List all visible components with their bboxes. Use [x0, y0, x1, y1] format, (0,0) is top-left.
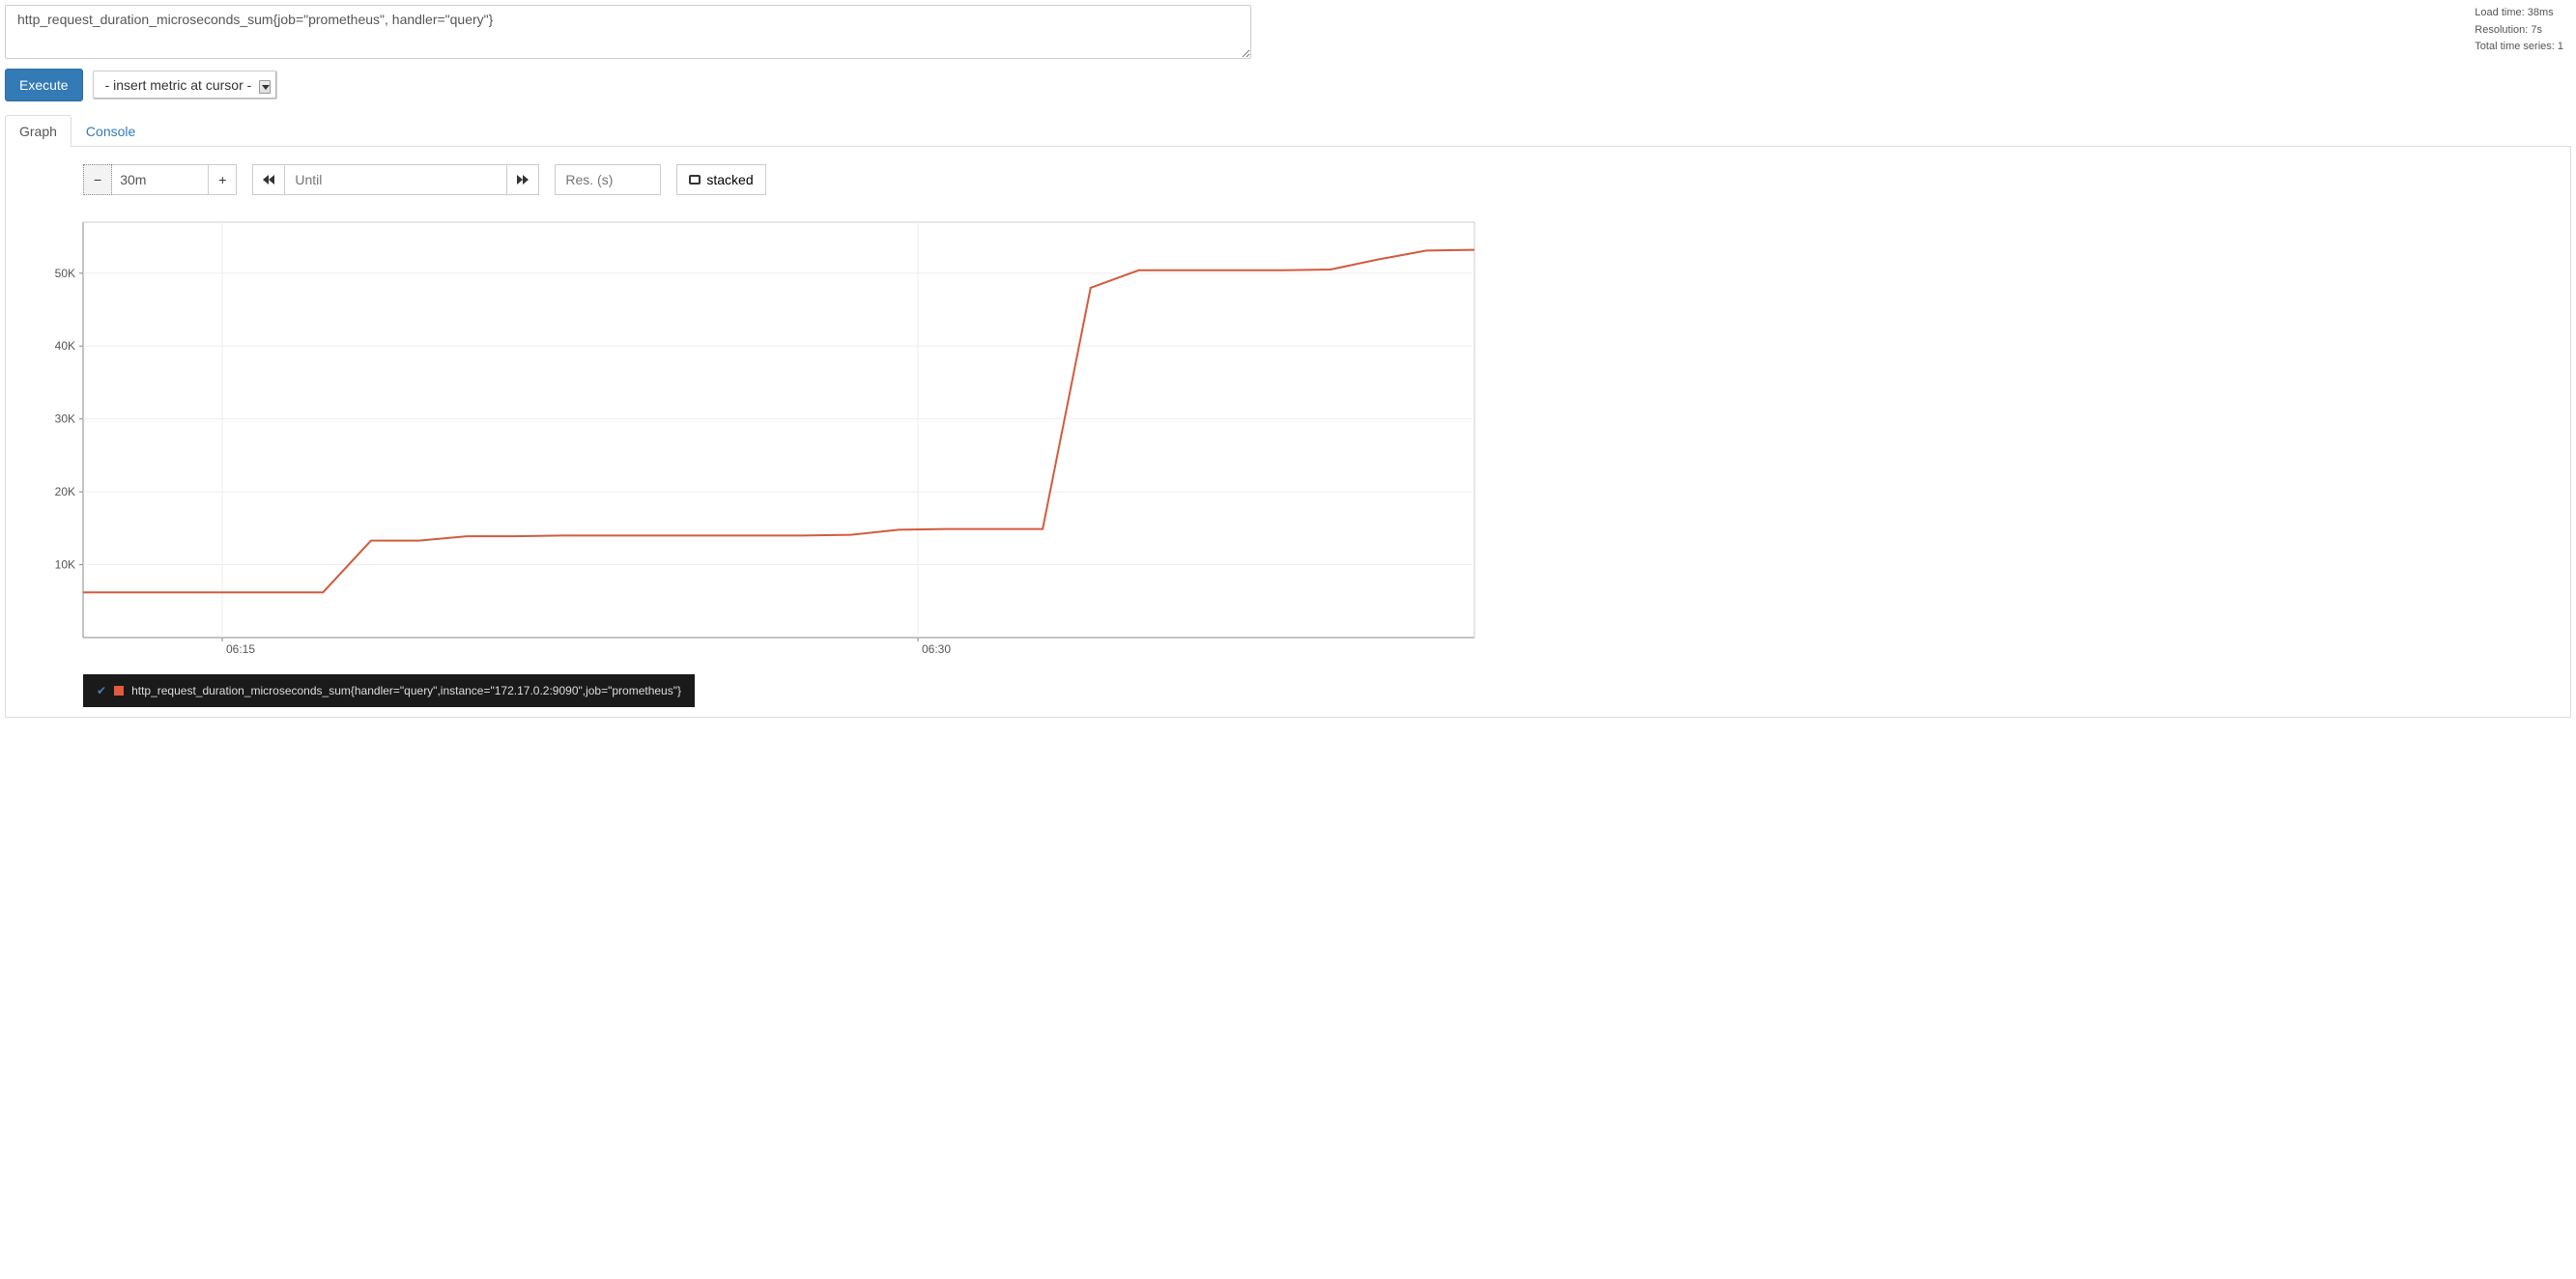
execute-button[interactable]: Execute — [5, 69, 83, 101]
line-chart: 10K 20K 30K 40K 50K 06:15 06:30 — [15, 213, 1484, 667]
svg-text:30K: 30K — [55, 412, 75, 426]
until-input[interactable] — [285, 164, 507, 195]
time-back-button[interactable] — [252, 164, 285, 195]
range-decrease-button[interactable]: − — [83, 164, 112, 195]
stacked-icon — [689, 175, 701, 185]
fast-forward-icon — [517, 175, 529, 185]
chart-area: 10K 20K 30K 40K 50K 06:15 06:30 — [15, 213, 2561, 667]
legend-series-label: http_request_duration_microseconds_sum{h… — [131, 684, 681, 697]
svg-text:40K: 40K — [55, 339, 75, 353]
svg-text:10K: 10K — [55, 558, 75, 572]
stat-load-time: Load time: 38ms — [2475, 5, 2563, 22]
stat-resolution: Resolution: 7s — [2475, 22, 2563, 40]
svg-text:50K: 50K — [55, 267, 75, 280]
time-navigator — [252, 164, 539, 195]
tab-graph[interactable]: Graph — [5, 115, 72, 147]
range-input[interactable] — [112, 164, 209, 195]
chart-legend[interactable]: ✔ http_request_duration_microseconds_sum… — [83, 674, 695, 707]
svg-text:06:15: 06:15 — [226, 642, 255, 656]
rewind-icon — [263, 175, 274, 185]
tab-console[interactable]: Console — [72, 115, 150, 147]
metric-select[interactable]: - insert metric at cursor - — [93, 71, 278, 99]
stat-total-series: Total time series: 1 — [2475, 39, 2563, 56]
time-forward-button[interactable] — [506, 164, 539, 195]
metric-select-label: - insert metric at cursor - — [105, 77, 252, 93]
time-range-stepper: − + — [83, 164, 237, 195]
svg-text:20K: 20K — [55, 485, 75, 498]
query-stats: Load time: 38ms Resolution: 7s Total tim… — [2475, 5, 2571, 56]
check-icon: ✔ — [97, 684, 106, 697]
legend-color-swatch — [114, 686, 124, 696]
query-expression-input[interactable]: http_request_duration_microseconds_sum{j… — [5, 5, 1251, 59]
resolution-input[interactable] — [555, 164, 661, 195]
chevron-down-icon — [259, 80, 271, 94]
svg-text:06:30: 06:30 — [922, 642, 951, 656]
stacked-toggle-button[interactable]: stacked — [676, 164, 765, 195]
stacked-label: stacked — [706, 172, 753, 187]
range-increase-button[interactable]: + — [208, 164, 237, 195]
